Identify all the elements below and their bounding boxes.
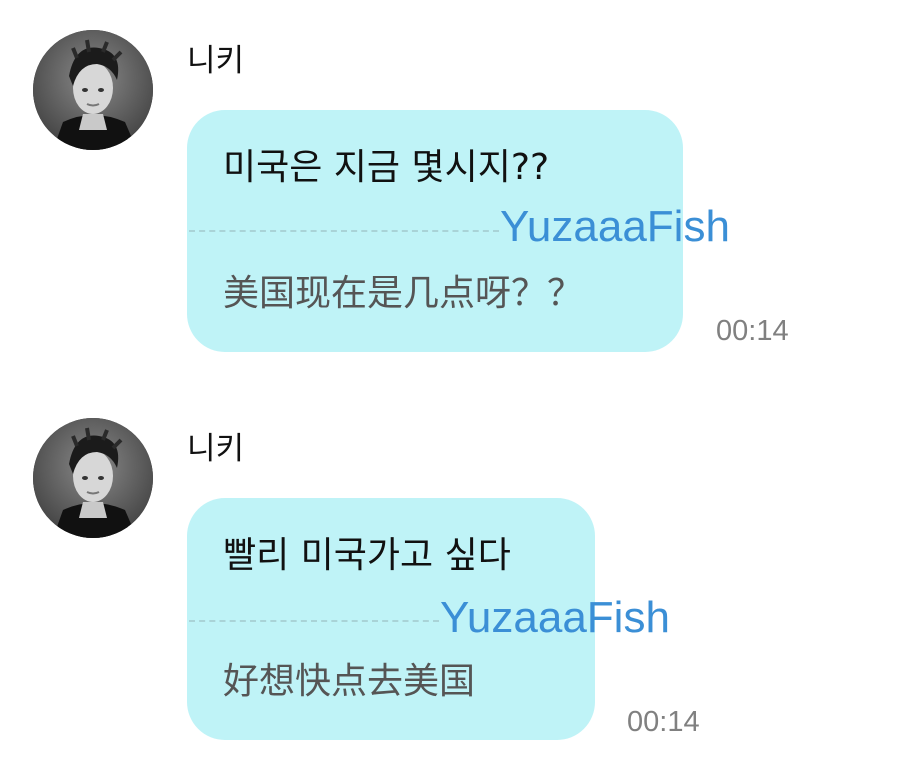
- message-text-translation: 美国现在是几点呀？？: [223, 273, 584, 314]
- chat-message: 니키 미국은 지금 몇시지?? 美国现在是几点呀？？ YuzaaaFish 00…: [0, 0, 919, 390]
- message-text-korean: 빨리 미국가고 싶다: [223, 535, 511, 576]
- translation-divider: [189, 620, 439, 622]
- message-text-translation: 好想快点去美国: [223, 661, 476, 702]
- profile-photo-icon: [33, 418, 153, 538]
- avatar[interactable]: [33, 30, 153, 150]
- watermark-text: YuzaaaFish: [500, 202, 730, 251]
- translation-divider: [189, 230, 499, 232]
- sender-name: 니키: [187, 43, 245, 79]
- chat-message: 니키 빨리 미국가고 싶다 好想快点去美国 YuzaaaFish 00:14: [0, 390, 919, 768]
- message-text-korean: 미국은 지금 몇시지??: [223, 147, 550, 188]
- profile-photo-icon: [33, 30, 153, 150]
- message-time: 00:14: [716, 315, 789, 347]
- watermark-text: YuzaaaFish: [440, 593, 670, 642]
- sender-name: 니키: [187, 431, 245, 467]
- avatar[interactable]: [33, 418, 153, 538]
- message-time: 00:14: [627, 706, 700, 738]
